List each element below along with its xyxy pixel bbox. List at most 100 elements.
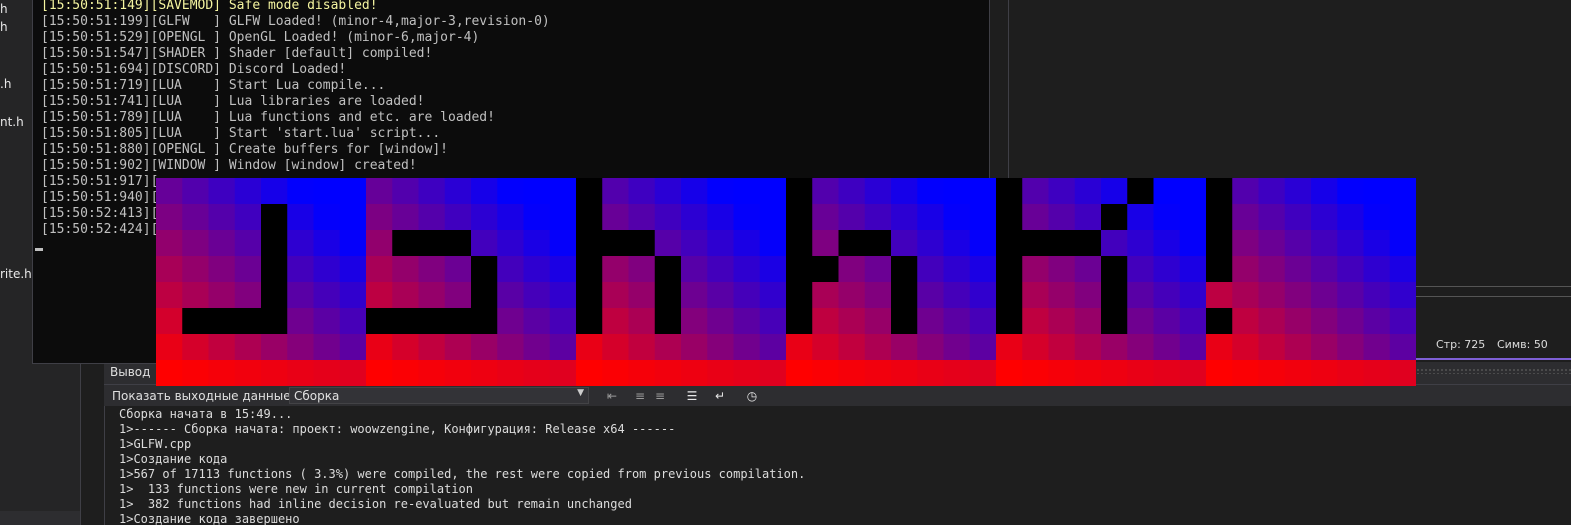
banner-pixel: [1127, 334, 1154, 361]
banner-pixel: [1074, 334, 1102, 361]
banner-glyph-pixel: [366, 308, 393, 335]
banner-pixel: [1363, 360, 1391, 386]
banner-pixel: [733, 360, 761, 386]
banner-pixel: [1048, 204, 1076, 231]
console-line: [15:50:51:880][OPENGL ] Create buffers f…: [41, 142, 448, 157]
output-line: 1>------ Сборка начата: проект: woowzeng…: [119, 422, 676, 436]
banner-pixel: [1258, 282, 1286, 309]
banner-pixel: [602, 334, 629, 361]
file-item[interactable]: rite.h: [0, 267, 32, 281]
banner-pixel: [1258, 360, 1286, 386]
go-to-prev-message-icon[interactable]: ⇤: [604, 388, 620, 404]
banner-pixel: [234, 282, 262, 309]
pixel-banner-window[interactable]: [156, 178, 1416, 386]
banner-pixel: [1101, 360, 1128, 386]
panel-drag-handle[interactable]: [1416, 368, 1571, 374]
banner-pixel: [681, 282, 708, 309]
banner-pixel: [339, 230, 367, 257]
banner-glyph-pixel: [471, 282, 498, 309]
editor-status-bar: Стр: 725 Симв: 50: [1416, 334, 1571, 356]
clear-all-icon[interactable]: ☰: [684, 388, 700, 404]
banner-pixel: [1258, 256, 1286, 283]
prev-icon[interactable]: ≡: [632, 388, 648, 404]
file-item[interactable]: h: [0, 20, 8, 34]
banner-pixel: [1389, 178, 1416, 205]
banner-glyph-pixel: [628, 230, 656, 257]
banner-pixel: [681, 360, 708, 386]
banner-pixel: [497, 256, 524, 283]
banner-pixel: [943, 256, 971, 283]
output-line: 1>GLFW.cpp: [119, 437, 192, 451]
banner-pixel: [1179, 308, 1207, 335]
banner-glyph-pixel: [786, 178, 813, 205]
next-icon[interactable]: ≡: [652, 388, 668, 404]
file-item[interactable]: .h: [0, 77, 11, 91]
banner-pixel: [943, 204, 971, 231]
banner-pixel: [339, 256, 367, 283]
banner-pixel: [628, 334, 656, 361]
output-source-select[interactable]: Сборка ▼: [289, 387, 589, 404]
output-log[interactable]: Сборка начата в 15:49... 1>------ Сборка…: [104, 406, 1571, 525]
banner-pixel: [444, 282, 472, 309]
line-indicator[interactable]: Стр: 725: [1436, 338, 1485, 351]
banner-pixel: [707, 178, 734, 205]
tab-output[interactable]: Вывод: [104, 362, 164, 382]
banner-pixel: [523, 308, 551, 335]
banner-glyph-pixel: [234, 308, 262, 335]
banner-pixel: [366, 230, 393, 257]
banner-glyph-pixel: [576, 178, 603, 205]
banner-glyph-pixel: [261, 282, 288, 309]
banner-pixel: [366, 360, 393, 386]
banner-pixel: [1232, 308, 1259, 335]
clock-icon[interactable]: ◷: [744, 388, 760, 404]
banner-pixel: [812, 204, 839, 231]
banner-pixel: [1284, 308, 1312, 335]
console-line: [15:50:51:940][: [41, 190, 159, 205]
banner-pixel: [471, 204, 498, 231]
console-line: [15:50:51:199][GLFW ] GLFW Loaded! (mino…: [41, 14, 550, 29]
banner-pixel: [549, 178, 577, 205]
banner-pixel: [1206, 360, 1233, 386]
banner-pixel: [1363, 178, 1391, 205]
banner-pixel: [1258, 308, 1286, 335]
file-item[interactable]: h: [0, 2, 8, 16]
banner-pixel: [943, 360, 971, 386]
console-line: [15:50:51:149][SAVEMOD] Safe mode disabl…: [41, 0, 378, 13]
banner-pixel: [602, 204, 629, 231]
banner-glyph-pixel: [1206, 230, 1233, 257]
file-item[interactable]: nt.h: [0, 115, 24, 129]
banner-glyph-pixel: [996, 256, 1023, 283]
banner-pixel: [366, 204, 393, 231]
column-indicator[interactable]: Симв: 50: [1497, 338, 1548, 351]
banner-pixel: [681, 256, 708, 283]
banner-pixel: [681, 308, 708, 335]
banner-pixel: [602, 282, 629, 309]
status-accent-line: [1416, 358, 1571, 360]
banner-pixel: [208, 334, 236, 361]
banner-glyph-pixel: [182, 308, 209, 335]
banner-pixel: [864, 204, 892, 231]
banner-pixel: [392, 360, 419, 386]
banner-glyph-pixel: [891, 308, 918, 335]
banner-pixel: [759, 308, 787, 335]
banner-pixel: [943, 282, 971, 309]
banner-pixel: [628, 308, 656, 335]
banner-pixel: [917, 178, 944, 205]
banner-pixel: [1284, 256, 1312, 283]
banner-pixel: [418, 334, 446, 361]
banner-pixel: [759, 204, 787, 231]
console-line: [15:50:52:413][: [41, 206, 159, 221]
banner-pixel: [418, 256, 446, 283]
banner-pixel: [208, 360, 236, 386]
banner-pixel: [1389, 282, 1416, 309]
banner-pixel: [1311, 334, 1338, 361]
banner-pixel: [681, 178, 708, 205]
pixel-banner-canvas: [156, 178, 1416, 386]
chevron-down-icon: ▼: [577, 388, 584, 398]
banner-pixel: [208, 256, 236, 283]
word-wrap-icon[interactable]: ↵: [712, 388, 728, 404]
banner-glyph-pixel: [471, 256, 498, 283]
banner-pixel: [1284, 230, 1312, 257]
banner-pixel: [864, 178, 892, 205]
console-cursor: [35, 248, 43, 251]
